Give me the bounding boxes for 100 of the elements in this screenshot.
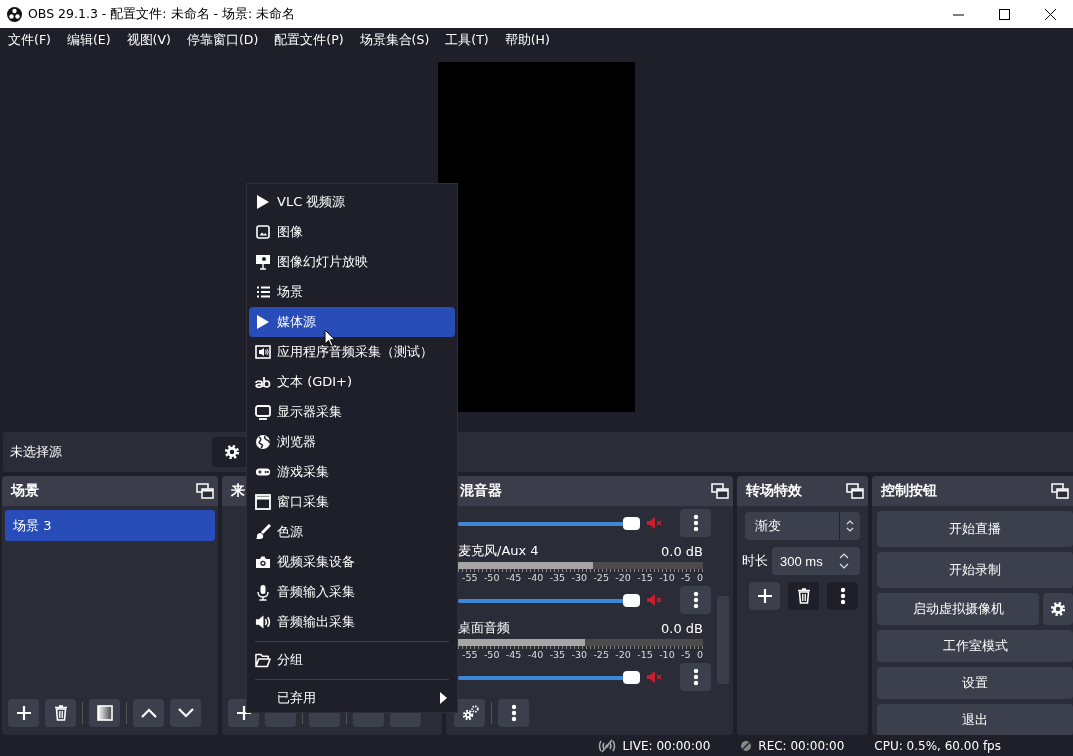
menu-item[interactable]: 音频输出采集	[249, 607, 455, 637]
overlapping-windows-icon	[196, 483, 214, 499]
scale-label: -20	[615, 572, 631, 583]
more-button[interactable]	[680, 663, 711, 691]
menu-item[interactable]: 文本 (GDI+)	[249, 367, 455, 397]
control-button[interactable]: 工作室模式	[877, 630, 1073, 662]
menu-item[interactable]: 游戏采集	[249, 457, 455, 487]
settings-button[interactable]	[1043, 593, 1073, 625]
scale-label: -50	[483, 572, 500, 583]
scale-label: -5	[681, 572, 691, 583]
play-icon	[256, 194, 270, 210]
overlapping-windows-icon	[711, 483, 729, 499]
menu-item[interactable]: 图像幻灯片放映	[249, 247, 455, 277]
menu-item[interactable]: 视频采集设备	[249, 547, 455, 577]
scale-label: -30	[571, 649, 588, 660]
move-down-button[interactable]	[170, 699, 201, 727]
menu-item[interactable]: 停靠窗口(D)	[178, 31, 267, 49]
gradient-square-icon	[96, 705, 113, 721]
logo-icon	[7, 6, 22, 22]
image-icon	[256, 225, 270, 239]
menu-item[interactable]: 显示器采集	[249, 397, 455, 427]
menu-item[interactable]: 工具(T)	[437, 31, 497, 49]
add-button[interactable]	[749, 582, 780, 610]
signal-off-icon	[596, 738, 617, 753]
delete-button[interactable]	[788, 582, 819, 610]
mute-button[interactable]	[646, 516, 664, 530]
mute-button[interactable]	[646, 593, 664, 607]
mute-button[interactable]	[646, 670, 664, 684]
volume-slider[interactable]	[458, 670, 640, 684]
menu-item[interactable]: 应用程序音频采集（测试）	[249, 337, 455, 367]
undock-button[interactable]	[846, 483, 864, 499]
menu-item[interactable]: 图像	[249, 217, 455, 247]
control-button[interactable]: 设置	[877, 667, 1073, 699]
scale-label: -20	[615, 649, 631, 660]
dock-title: 混音器	[460, 482, 502, 500]
menu-item[interactable]: 窗口采集	[249, 487, 455, 517]
scale-label: -35	[549, 649, 566, 660]
scale-label: -55	[462, 572, 478, 583]
menu-item[interactable]: 已弃用	[249, 683, 455, 713]
control-button[interactable]: 开始录制	[877, 552, 1073, 588]
menu-item[interactable]: 场景	[249, 277, 455, 307]
menu-item[interactable]: 分组	[249, 645, 455, 675]
scale-label: -10	[659, 572, 675, 583]
delete-button[interactable]	[45, 699, 76, 727]
more-button[interactable]	[680, 509, 711, 537]
volume-reading: 0.0 dB	[661, 620, 703, 636]
more-button[interactable]	[827, 582, 858, 610]
duration-label: 时长	[742, 552, 768, 570]
list-icon	[256, 286, 270, 298]
dock-title: 场景	[11, 482, 39, 500]
scale-label: -55	[462, 649, 478, 660]
control-button[interactable]: 启动虚拟摄像机	[877, 593, 1039, 625]
menu-item[interactable]: 配置文件(P)	[266, 31, 352, 49]
gear-icon	[224, 444, 240, 460]
menu-item[interactable]: VLC 视频源	[249, 187, 455, 217]
filters-button[interactable]	[89, 699, 120, 727]
menu-item[interactable]: 浏览器	[249, 427, 455, 457]
rec-timer: REC: 00:00:00	[758, 738, 845, 753]
speaker-icon	[255, 614, 271, 630]
menu-item[interactable]: 色源	[249, 517, 455, 547]
overlapping-windows-icon	[846, 483, 864, 499]
gears-icon	[460, 705, 479, 721]
add-button[interactable]	[8, 699, 39, 727]
scale-label: -5	[681, 649, 691, 660]
scene-item[interactable]: 场景 3	[5, 510, 215, 541]
up-down-arrows-icon	[839, 553, 849, 569]
muted-speaker-icon	[646, 593, 664, 607]
volume-slider[interactable]	[458, 593, 640, 607]
up-down-arrows-icon	[846, 520, 854, 532]
globe-icon	[255, 434, 271, 450]
more-button[interactable]	[680, 586, 711, 614]
control-button[interactable]: 开始直播	[877, 511, 1073, 547]
channel-name: 桌面音频	[458, 619, 510, 637]
chevron-down-icon	[177, 708, 194, 718]
scale-label: -25	[593, 649, 609, 660]
trash-icon	[53, 705, 68, 721]
menu-item[interactable]: 视图(V)	[118, 31, 179, 49]
menu-item[interactable]: 媒体源	[249, 307, 455, 337]
duration-field[interactable]: 300 ms	[772, 547, 860, 575]
menu-item[interactable]: 音频输入采集	[249, 577, 455, 607]
menu-item[interactable]: 文件(F)	[0, 31, 59, 49]
undock-button[interactable]	[1051, 483, 1069, 499]
menu-item[interactable]: 帮助(H)	[496, 31, 558, 49]
undock-button[interactable]	[196, 483, 214, 499]
transition-select[interactable]: 渐变	[745, 512, 860, 540]
scale-label: -15	[637, 649, 653, 660]
scale-label: -10	[659, 649, 675, 660]
control-button[interactable]: 退出	[877, 704, 1073, 735]
undock-button[interactable]	[711, 483, 729, 499]
move-up-button[interactable]	[133, 699, 164, 727]
more-button[interactable]	[498, 699, 529, 727]
live-timer: LIVE: 00:00:00	[622, 738, 711, 753]
scale-label: 0	[696, 572, 703, 583]
more-icon	[510, 704, 517, 722]
overlapping-windows-icon	[1051, 483, 1069, 499]
menu-item[interactable]: 场景集合(S)	[351, 31, 438, 49]
volume-slider[interactable]	[458, 516, 640, 530]
more-icon	[692, 668, 699, 686]
menu-item[interactable]: 编辑(E)	[58, 31, 119, 49]
advanced-audio-button[interactable]	[454, 699, 485, 727]
